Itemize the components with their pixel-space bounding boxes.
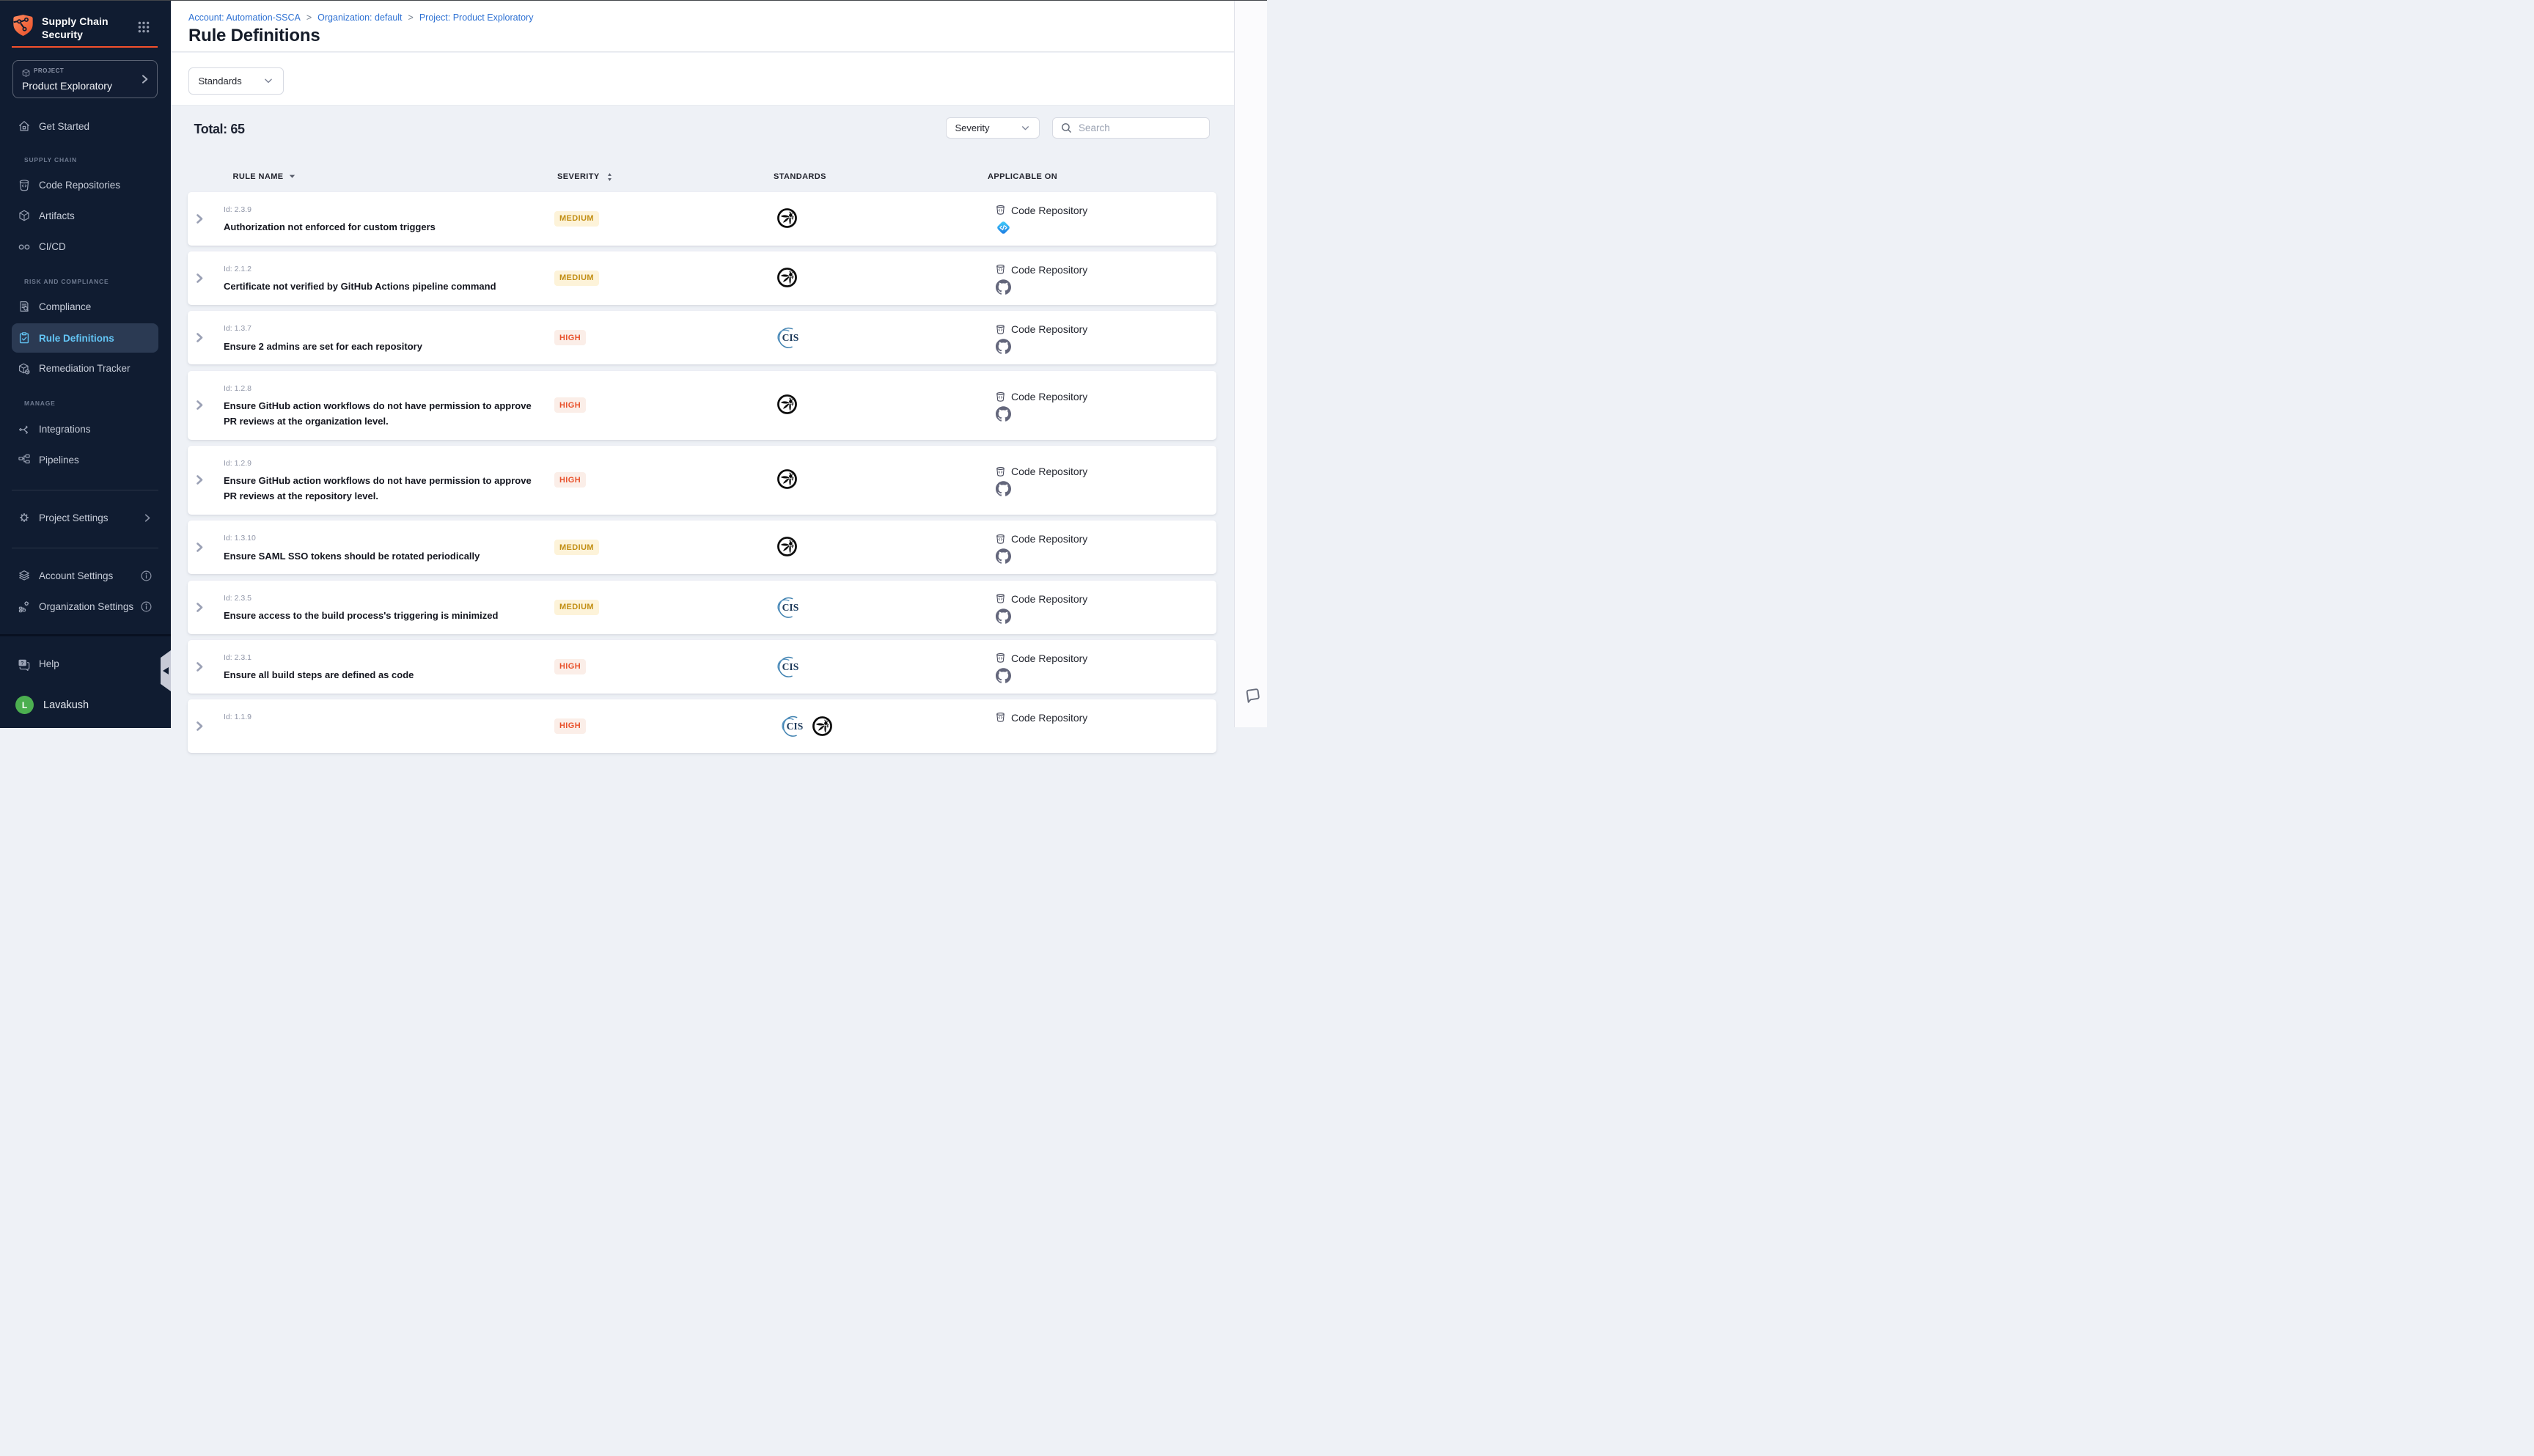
svg-text:CIS: CIS (787, 721, 804, 732)
svg-text:CIS: CIS (782, 602, 799, 613)
svg-text:CIS: CIS (782, 332, 799, 343)
svg-text:?: ? (21, 661, 23, 666)
svg-text:CIS: CIS (782, 661, 799, 672)
